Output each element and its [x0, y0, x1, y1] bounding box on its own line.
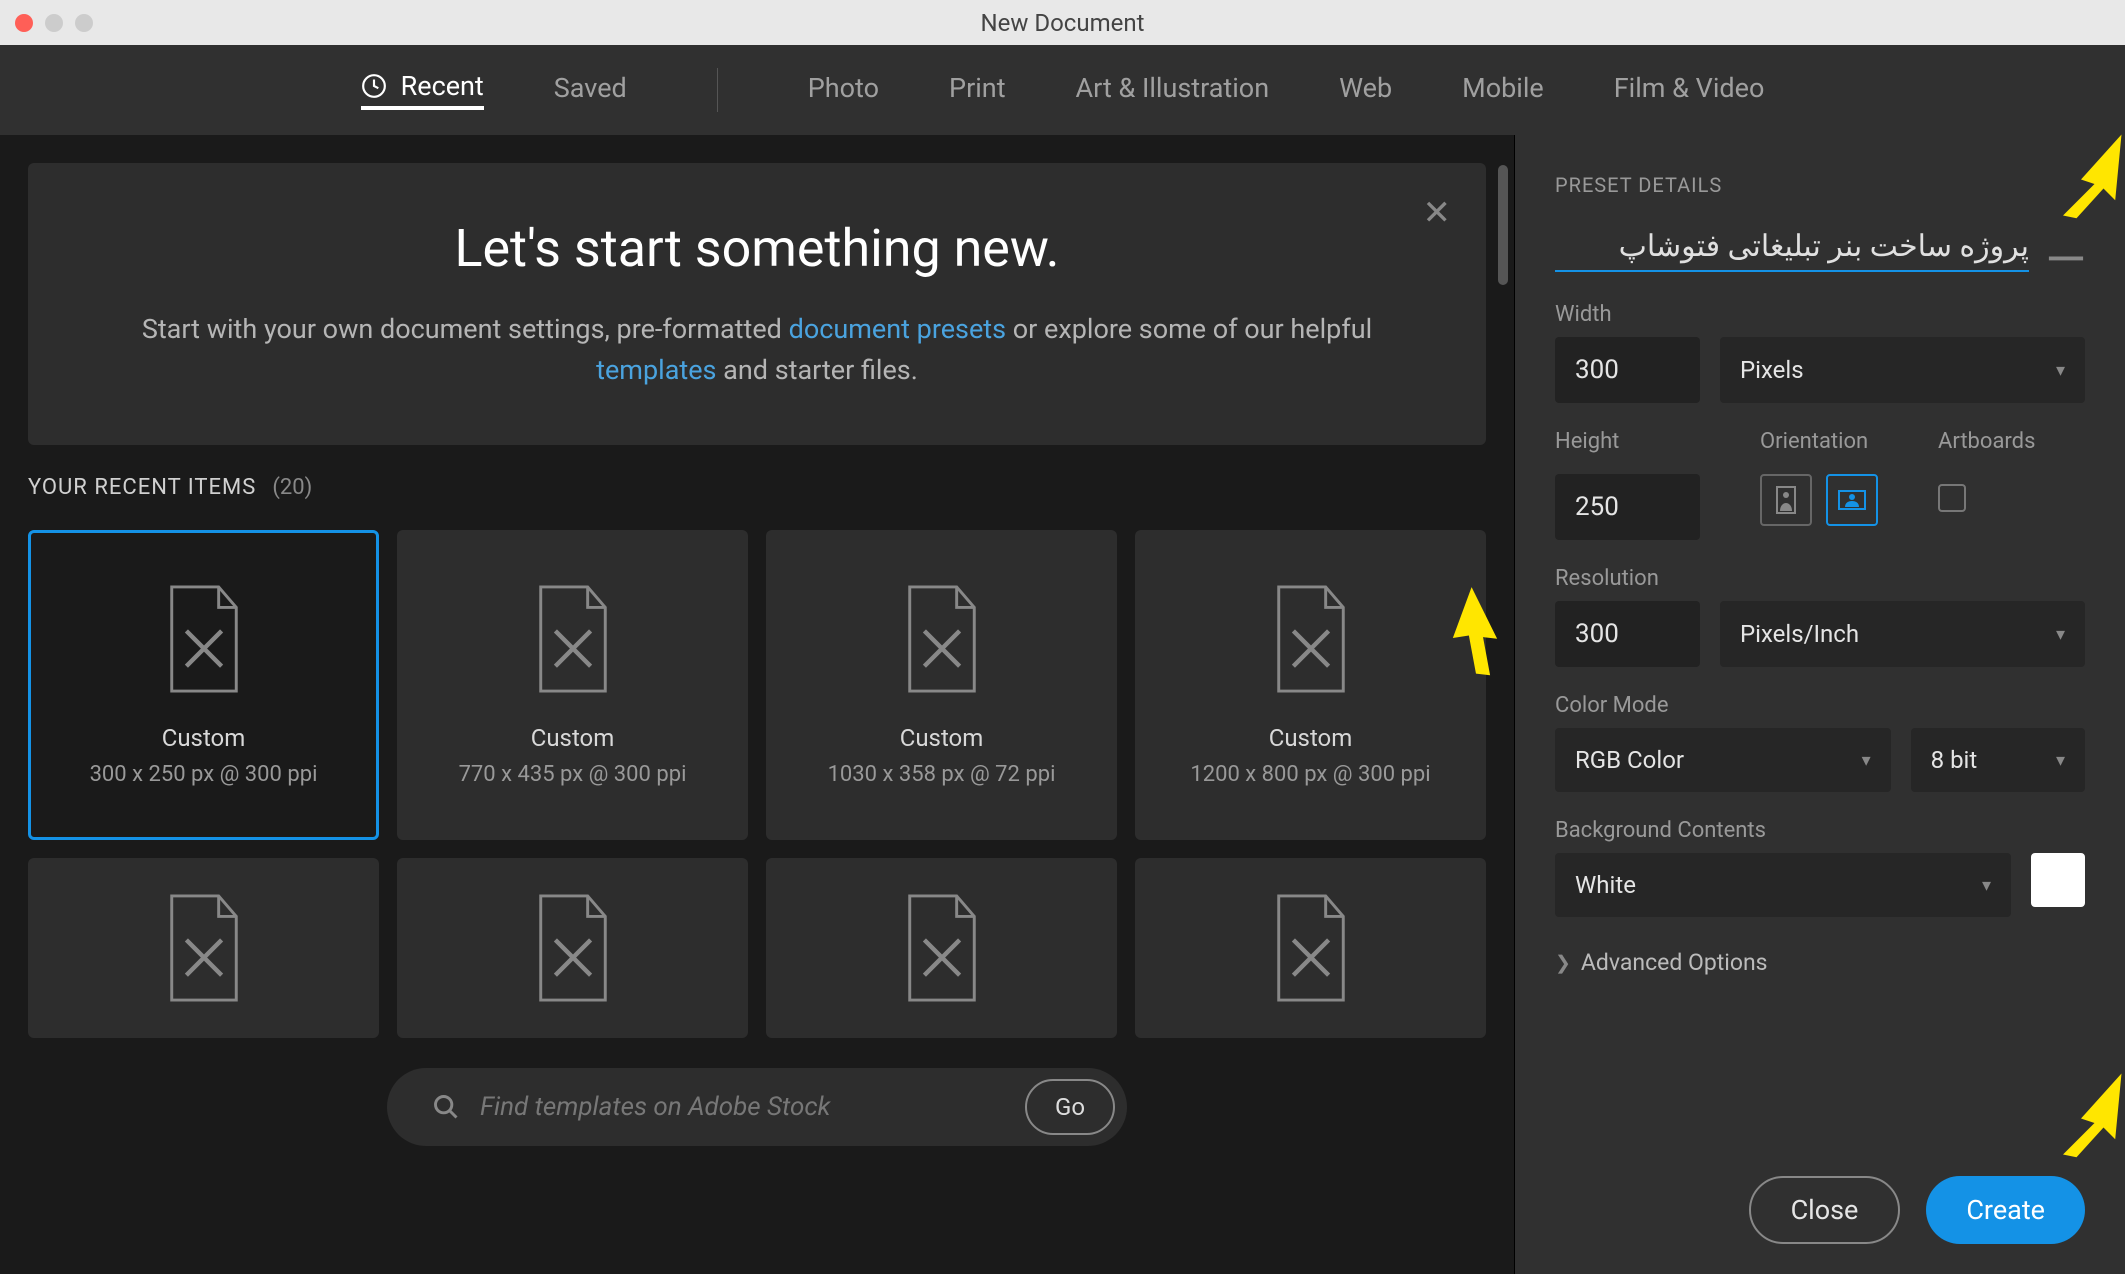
artboards-label: Artboards [1938, 429, 2035, 454]
tab-web[interactable]: Web [1339, 72, 1392, 108]
minimize-window-icon[interactable] [45, 14, 63, 32]
preset-card[interactable]: Custom 300 x 250 px @ 300 ppi [28, 530, 379, 840]
preset-card[interactable]: Custom 1200 x 800 px @ 300 ppi [1135, 530, 1486, 840]
preset-name: Custom [531, 724, 615, 752]
link-templates[interactable]: templates [596, 354, 716, 386]
preset-dims: 1200 x 800 px @ 300 ppi [1190, 762, 1430, 787]
chevron-down-icon: ▾ [2056, 360, 2065, 381]
color-mode-select[interactable]: RGB Color ▾ [1555, 728, 1891, 792]
tab-mobile[interactable]: Mobile [1462, 72, 1544, 108]
preset-name: Custom [1269, 724, 1353, 752]
clock-icon [361, 73, 387, 99]
template-search: Go [387, 1068, 1127, 1146]
tab-recent-label: Recent [401, 70, 484, 102]
document-icon [897, 584, 987, 694]
main-content: ✕ Let's start something new. Start with … [0, 135, 1515, 1274]
tab-recent[interactable]: Recent [361, 70, 484, 110]
chevron-right-icon: ❯ [1555, 951, 1571, 974]
hero-banner: ✕ Let's start something new. Start with … [28, 163, 1486, 445]
preset-card[interactable] [1135, 858, 1486, 1038]
background-color-swatch[interactable] [2031, 853, 2085, 907]
document-icon [528, 584, 618, 694]
preset-name: Custom [900, 724, 984, 752]
document-icon [1266, 584, 1356, 694]
tab-divider [717, 68, 718, 112]
category-tabs: Recent Saved Photo Print Art & Illustrat… [0, 45, 2125, 135]
preset-details-panel: PRESET DETAILS Width Pixels ▾ Height [1515, 135, 2125, 1274]
orientation-portrait-button[interactable] [1760, 474, 1812, 526]
window-controls [15, 14, 93, 32]
preset-card[interactable] [28, 858, 379, 1038]
height-label: Height [1555, 429, 1700, 454]
background-select[interactable]: White ▾ [1555, 853, 2011, 917]
preset-card[interactable]: Custom 1030 x 358 px @ 72 ppi [766, 530, 1117, 840]
document-icon [159, 584, 249, 694]
search-icon [432, 1093, 460, 1121]
preset-card[interactable] [397, 858, 748, 1038]
artboards-checkbox[interactable] [1938, 484, 1966, 512]
close-button[interactable]: Close [1749, 1176, 1901, 1244]
resolution-input[interactable] [1555, 601, 1700, 667]
chevron-down-icon: ▾ [2056, 624, 2065, 645]
bit-depth-select[interactable]: 8 bit ▾ [1911, 728, 2085, 792]
preset-name: Custom [162, 724, 246, 752]
units-select[interactable]: Pixels ▾ [1720, 337, 2085, 403]
close-icon[interactable]: ✕ [1423, 193, 1452, 233]
landscape-icon [1837, 489, 1867, 511]
orientation-label: Orientation [1760, 429, 1878, 454]
colormode-label: Color Mode [1555, 693, 2085, 718]
resolution-label: Resolution [1555, 566, 2085, 591]
tab-photo[interactable]: Photo [808, 72, 879, 108]
recent-items-header: YOUR RECENT ITEMS (20) [28, 475, 1486, 500]
document-icon [528, 893, 618, 1003]
go-button[interactable]: Go [1025, 1079, 1115, 1135]
scrollbar[interactable] [1498, 165, 1508, 285]
tab-print[interactable]: Print [949, 72, 1006, 108]
window-title: New Document [981, 9, 1145, 37]
panel-title: PRESET DETAILS [1555, 173, 2085, 197]
tab-art[interactable]: Art & Illustration [1076, 72, 1270, 108]
save-preset-icon[interactable] [2047, 233, 2085, 263]
advanced-options-toggle[interactable]: ❯ Advanced Options [1555, 949, 2085, 976]
document-icon [897, 893, 987, 1003]
document-icon [159, 893, 249, 1003]
titlebar: New Document [0, 0, 2125, 45]
recent-items-label: YOUR RECENT ITEMS [28, 475, 256, 500]
hero-text: Start with your own document settings, p… [98, 309, 1416, 390]
chevron-down-icon: ▾ [1982, 875, 1991, 896]
bg-label: Background Contents [1555, 818, 2085, 843]
orientation-landscape-button[interactable] [1826, 474, 1878, 526]
recent-items-count: (20) [272, 475, 312, 500]
preset-dims: 300 x 250 px @ 300 ppi [90, 762, 318, 787]
chevron-down-icon: ▾ [1862, 750, 1871, 771]
search-input[interactable] [480, 1092, 1005, 1122]
preset-dims: 1030 x 358 px @ 72 ppi [828, 762, 1056, 787]
resolution-units-select[interactable]: Pixels/Inch ▾ [1720, 601, 2085, 667]
document-name-input[interactable] [1555, 223, 2029, 272]
close-window-icon[interactable] [15, 14, 33, 32]
width-input[interactable] [1555, 337, 1700, 403]
width-label: Width [1555, 302, 2085, 327]
tab-film[interactable]: Film & Video [1614, 72, 1765, 108]
create-button[interactable]: Create [1926, 1176, 2085, 1244]
link-presets[interactable]: document presets [789, 313, 1006, 345]
tab-saved[interactable]: Saved [554, 72, 627, 108]
preset-card[interactable] [766, 858, 1117, 1038]
hero-heading: Let's start something new. [98, 218, 1416, 279]
preset-dims: 770 x 435 px @ 300 ppi [459, 762, 687, 787]
height-input[interactable] [1555, 474, 1700, 540]
document-icon [1266, 893, 1356, 1003]
maximize-window-icon[interactable] [75, 14, 93, 32]
preset-card[interactable]: Custom 770 x 435 px @ 300 ppi [397, 530, 748, 840]
portrait-icon [1775, 485, 1797, 515]
chevron-down-icon: ▾ [2056, 750, 2065, 771]
recent-items-grid: Custom 300 x 250 px @ 300 ppi Custom 770… [28, 530, 1486, 1038]
